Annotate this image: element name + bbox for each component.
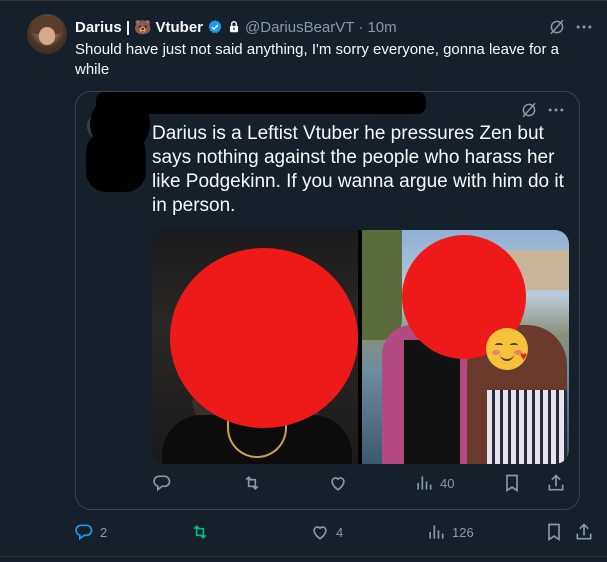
quoted-bookmark-button[interactable] (502, 471, 522, 495)
bear-emoji: 🐻 (134, 19, 152, 35)
redaction-scribble (96, 92, 426, 114)
author-handle[interactable]: @DariusBearVT (245, 19, 354, 36)
views-icon (417, 476, 432, 490)
grok-icon[interactable] (520, 101, 538, 119)
photo-left[interactable] (152, 230, 358, 464)
views-count: 126 (452, 524, 474, 540)
reply-icon (75, 524, 93, 541)
reply-icon (153, 475, 171, 492)
quoted-repost-button[interactable] (242, 471, 268, 495)
repost-button[interactable] (190, 520, 216, 544)
reply-button[interactable]: 2 (74, 520, 107, 544)
quoted-reply-button[interactable] (152, 471, 178, 495)
heart-icon: ♥ (520, 349, 528, 363)
tweet-actions: 2 4 126 (0, 520, 607, 548)
like-button[interactable]: 4 (310, 520, 343, 544)
views-icon (429, 525, 444, 539)
verified-badge-icon (208, 20, 222, 34)
share-icon (548, 474, 564, 491)
share-icon (576, 523, 592, 540)
author-avatar[interactable] (27, 14, 67, 54)
heart-icon: ♥ (480, 327, 488, 341)
author-name[interactable]: Darius | (75, 19, 130, 36)
reply-count: 2 (100, 524, 108, 540)
more-icon[interactable] (546, 100, 566, 120)
timestamp[interactable]: 10m (367, 19, 396, 36)
quoted-media[interactable]: ♥ ♥ (152, 230, 569, 464)
separator-dot: · (358, 18, 364, 36)
quoted-actions: 40 (76, 471, 581, 499)
bookmark-icon (548, 523, 560, 542)
redaction-scribble (86, 132, 146, 192)
like-count: 4 (336, 524, 344, 540)
tweet-header: Darius | 🐻 Vtuber @DariusBearVT · 10m (75, 17, 397, 37)
more-icon[interactable] (574, 17, 594, 37)
share-button[interactable] (574, 520, 594, 544)
grok-icon[interactable] (548, 18, 566, 36)
top-divider (0, 0, 607, 1)
photo-right[interactable]: ♥ ♥ (362, 230, 569, 464)
tweet-text: Should have just not said anything, I'm … (75, 41, 559, 78)
quoted-share-button[interactable] (546, 471, 566, 495)
quoted-views-button[interactable]: 40 (414, 471, 454, 495)
quoted-tweet-text: Darius is a Leftist Vtuber he pressures … (152, 123, 564, 216)
lock-icon (229, 21, 239, 33)
red-redaction-circle (170, 248, 358, 428)
bottom-divider (0, 556, 607, 557)
like-icon (331, 477, 345, 491)
views-button[interactable]: 126 (426, 520, 474, 544)
quoted-like-button[interactable] (328, 471, 354, 495)
repost-icon (245, 475, 259, 491)
author-name-suffix[interactable]: Vtuber (156, 19, 204, 36)
bookmark-icon (506, 474, 518, 493)
like-icon (313, 526, 327, 540)
repost-icon (193, 524, 207, 540)
bookmark-button[interactable] (544, 520, 564, 544)
quoted-tweet[interactable]: Darius is a Leftist Vtuber he pressures … (75, 91, 580, 510)
